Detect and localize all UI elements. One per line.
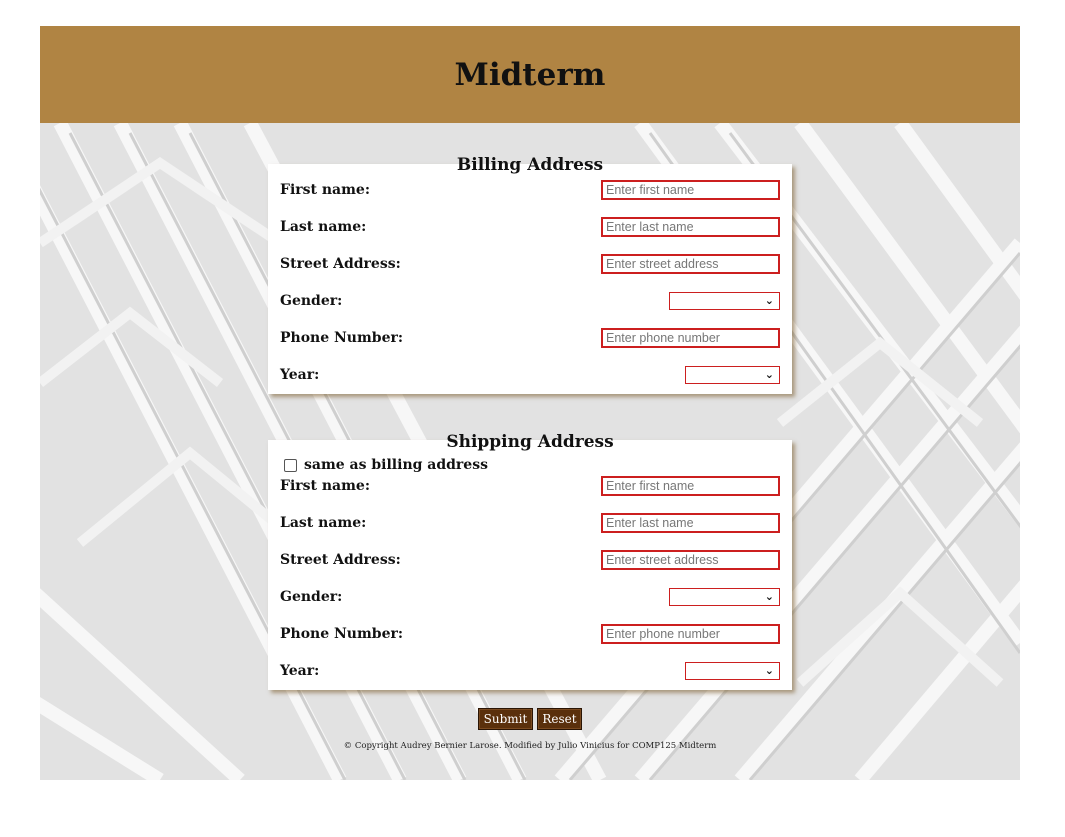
shipping-year-label: Year: [280, 663, 320, 679]
shipping-last-name-row: Last name: [268, 513, 792, 535]
shipping-street-input[interactable] [601, 550, 780, 570]
shipping-gender-select[interactable]: ⌄ [669, 588, 780, 606]
page: Midterm Billing Address First name: Ente… [40, 26, 1020, 780]
billing-year-row: Year: ⌄ [268, 365, 792, 387]
billing-title: Billing Address [456, 155, 604, 175]
shipping-phone-input[interactable] [601, 624, 780, 644]
shipping-gender-row: Gender: ⌄ [268, 587, 792, 609]
checkbox-icon[interactable] [284, 459, 297, 472]
shipping-gender-label: Gender: [280, 589, 343, 605]
chevron-down-icon: ⌄ [764, 294, 774, 307]
shipping-year-row: Year: ⌄ [268, 661, 792, 683]
billing-card: First name: Last name: Street Address: G… [268, 164, 792, 394]
shipping-card: same as billing address First name: Last… [268, 440, 792, 690]
shipping-first-name-label: First name: [280, 478, 370, 494]
shipping-street-row: Street Address: [268, 550, 792, 572]
billing-gender-label: Gender: [280, 293, 343, 309]
billing-first-name-label: First name: [280, 182, 370, 198]
billing-gender-select[interactable]: ⌄ [669, 292, 780, 310]
shipping-last-name-label: Last name: [280, 515, 367, 531]
billing-last-name-label: Last name: [280, 219, 367, 235]
billing-year-label: Year: [280, 367, 320, 383]
shipping-first-name-row: First name: [268, 476, 792, 498]
billing-phone-input[interactable] [601, 328, 780, 348]
shipping-last-name-input[interactable] [601, 513, 780, 533]
reset-button[interactable]: Reset [537, 708, 582, 730]
chevron-down-icon: ⌄ [764, 664, 774, 677]
billing-phone-label: Phone Number: [280, 330, 404, 346]
billing-first-name-row: First name: [268, 180, 792, 202]
shipping-year-select[interactable]: ⌄ [685, 662, 780, 680]
billing-phone-row: Phone Number: [268, 328, 792, 350]
chevron-down-icon: ⌄ [764, 590, 774, 603]
billing-year-select[interactable]: ⌄ [685, 366, 780, 384]
submit-button[interactable]: Submit [478, 708, 533, 730]
billing-street-input[interactable] [601, 254, 780, 274]
shipping-phone-label: Phone Number: [280, 626, 404, 642]
page-title: Midterm [454, 56, 606, 93]
footer-copyright: © Copyright Audrey Bernier Larose. Modif… [343, 741, 717, 751]
billing-last-name-row: Last name: [268, 217, 792, 239]
page-header: Midterm [40, 26, 1020, 123]
shipping-street-label: Street Address: [280, 552, 401, 568]
billing-last-name-input[interactable] [601, 217, 780, 237]
shipping-title: Shipping Address [446, 432, 614, 452]
billing-first-name-input[interactable] [601, 180, 780, 200]
chevron-down-icon: ⌄ [764, 368, 774, 381]
billing-street-row: Street Address: [268, 254, 792, 276]
billing-street-label: Street Address: [280, 256, 401, 272]
same-as-billing-label[interactable]: same as billing address [304, 457, 488, 473]
billing-gender-row: Gender: ⌄ [268, 291, 792, 313]
shipping-first-name-input[interactable] [601, 476, 780, 496]
shipping-phone-row: Phone Number: [268, 624, 792, 646]
